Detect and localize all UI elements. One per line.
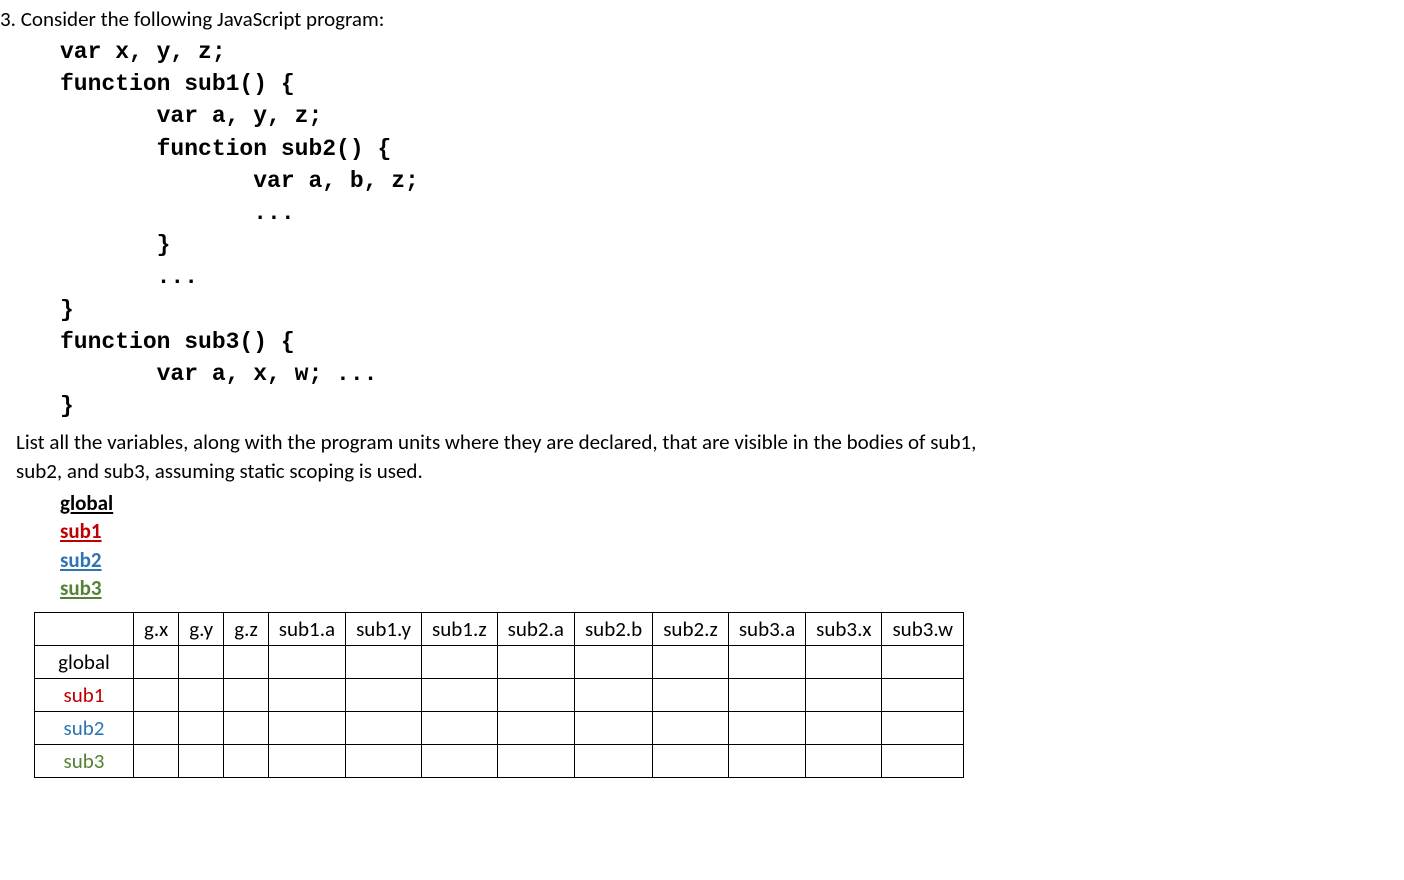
cell — [728, 646, 805, 679]
cell — [497, 745, 574, 778]
col-sub2z: sub2.z — [653, 613, 729, 646]
table-row: sub1 — [35, 679, 964, 712]
cell — [346, 679, 422, 712]
cell — [806, 745, 882, 778]
cell — [422, 745, 498, 778]
cell — [134, 712, 179, 745]
cell — [422, 679, 498, 712]
cell — [653, 745, 729, 778]
followup-line1: List all the variables, along with the p… — [16, 429, 976, 455]
col-sub3a: sub3.a — [728, 613, 805, 646]
cell — [882, 712, 964, 745]
code-line: var a, y, z; — [60, 103, 322, 129]
col-sub2a: sub2.a — [497, 613, 574, 646]
code-line: var x, y, z; — [60, 39, 226, 65]
cell — [806, 712, 882, 745]
cell — [346, 646, 422, 679]
code-line: ... — [60, 264, 198, 290]
table-corner — [35, 613, 134, 646]
cell — [179, 679, 224, 712]
code-line: var a, b, z; — [60, 168, 419, 194]
scope-sub2: sub2 — [60, 546, 1404, 574]
cell — [224, 745, 269, 778]
table-row: global — [35, 646, 964, 679]
col-sub3x: sub3.x — [806, 613, 882, 646]
cell — [224, 646, 269, 679]
cell — [134, 646, 179, 679]
col-sub1y: sub1.y — [346, 613, 422, 646]
code-line: function sub2() { — [60, 136, 391, 162]
cell — [653, 679, 729, 712]
cell — [653, 646, 729, 679]
cell — [653, 712, 729, 745]
cell — [224, 712, 269, 745]
cell — [882, 646, 964, 679]
cell — [268, 745, 345, 778]
scope-global: global — [60, 489, 1404, 517]
cell — [179, 712, 224, 745]
cell — [728, 745, 805, 778]
cell — [134, 679, 179, 712]
table-row: sub3 — [35, 745, 964, 778]
cell — [728, 679, 805, 712]
question-text: Consider the following JavaScript progra… — [21, 6, 385, 32]
cell — [422, 646, 498, 679]
code-line: } — [60, 232, 170, 258]
cell — [134, 745, 179, 778]
question-intro: 3. Consider the following JavaScript pro… — [0, 6, 1404, 32]
cell — [728, 712, 805, 745]
cell — [882, 745, 964, 778]
code-line: var a, x, w; ... — [60, 361, 377, 387]
code-line: function sub3() { — [60, 329, 295, 355]
cell — [497, 712, 574, 745]
col-sub2b: sub2.b — [574, 613, 652, 646]
cell — [574, 679, 652, 712]
col-gz: g.z — [224, 613, 269, 646]
table-header-row: g.x g.y g.z sub1.a sub1.y sub1.z sub2.a … — [35, 613, 964, 646]
cell — [268, 679, 345, 712]
cell — [574, 646, 652, 679]
col-sub1z: sub1.z — [422, 613, 498, 646]
cell — [806, 679, 882, 712]
row-sub1: sub1 — [35, 679, 134, 712]
table-row: sub2 — [35, 712, 964, 745]
code-block: var x, y, z; function sub1() { var a, y,… — [60, 36, 1404, 422]
scope-list: global sub1 sub2 sub3 — [60, 489, 1404, 602]
row-global: global — [35, 646, 134, 679]
cell — [882, 679, 964, 712]
cell — [346, 712, 422, 745]
row-sub3: sub3 — [35, 745, 134, 778]
cell — [497, 646, 574, 679]
cell — [268, 646, 345, 679]
code-line: ... — [60, 200, 295, 226]
cell — [346, 745, 422, 778]
cell — [422, 712, 498, 745]
col-sub1a: sub1.a — [268, 613, 345, 646]
code-line: } — [60, 393, 74, 419]
row-sub2: sub2 — [35, 712, 134, 745]
cell — [574, 745, 652, 778]
scope-sub3: sub3 — [60, 574, 1404, 602]
col-sub3w: sub3.w — [882, 613, 964, 646]
cell — [268, 712, 345, 745]
visibility-table: g.x g.y g.z sub1.a sub1.y sub1.z sub2.a … — [34, 612, 964, 778]
code-line: } — [60, 297, 74, 323]
cell — [179, 745, 224, 778]
col-gy: g.y — [179, 613, 224, 646]
col-gx: g.x — [134, 613, 179, 646]
followup-line2: sub2, and sub3, assuming static scoping … — [16, 458, 423, 484]
cell — [224, 679, 269, 712]
cell — [574, 712, 652, 745]
cell — [179, 646, 224, 679]
cell — [497, 679, 574, 712]
followup-text: List all the variables, along with the p… — [16, 428, 1404, 485]
scope-sub1: sub1 — [60, 517, 1404, 545]
code-line: function sub1() { — [60, 71, 295, 97]
question-number: 3. — [0, 6, 21, 32]
cell — [806, 646, 882, 679]
